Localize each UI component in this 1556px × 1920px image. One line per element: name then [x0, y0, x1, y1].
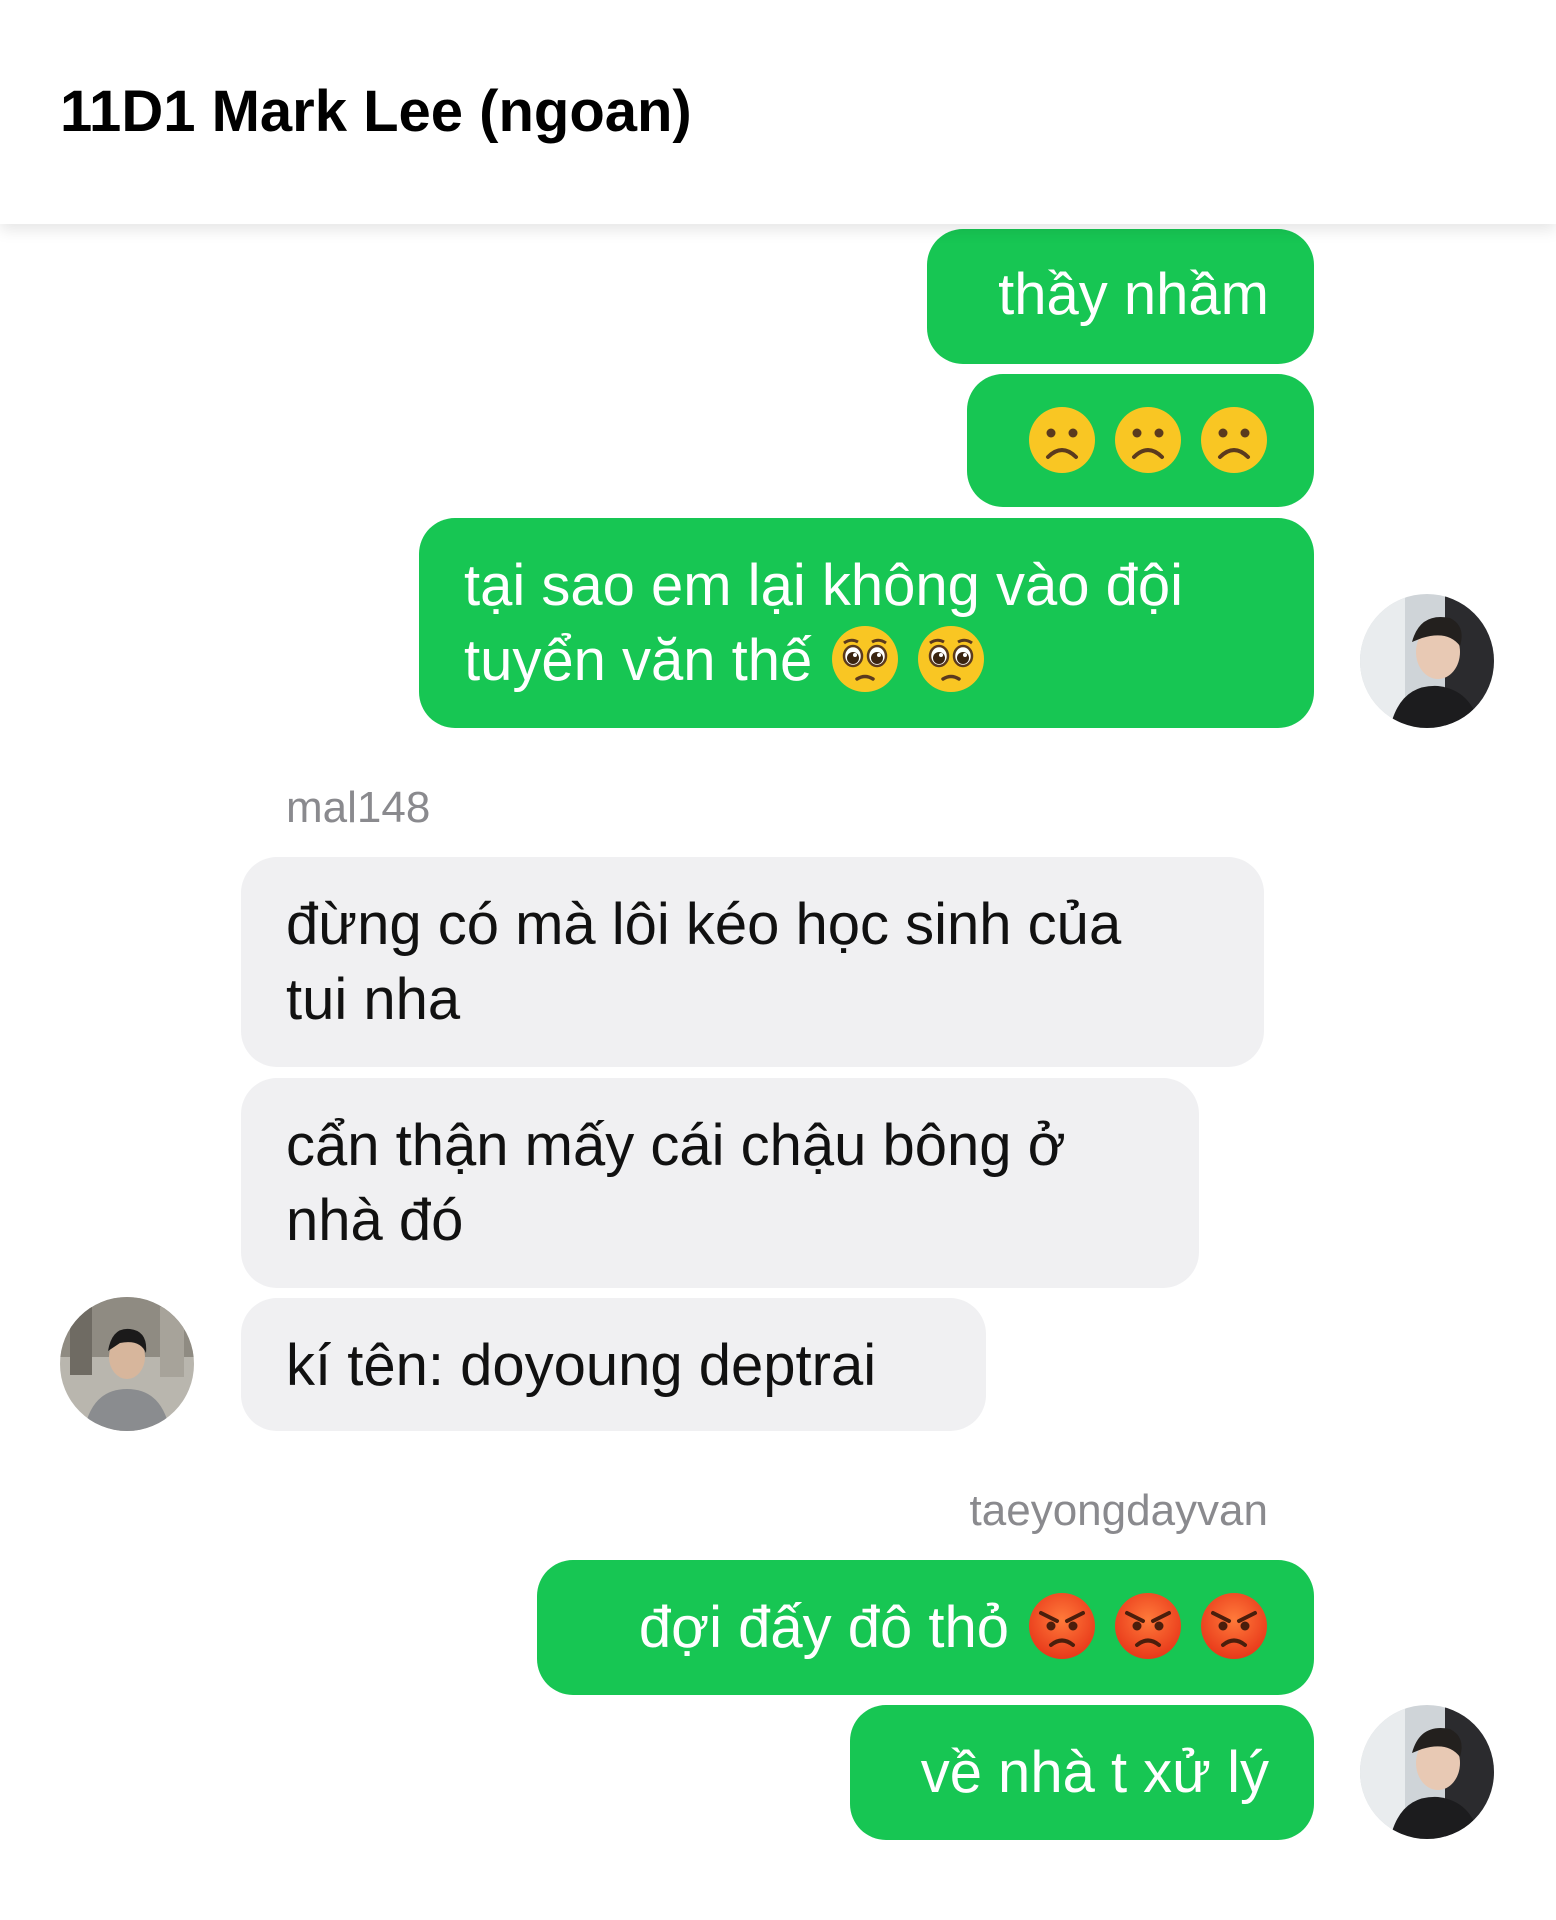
- message-text-line: tui nha: [286, 967, 461, 1032]
- message-bubble-outgoing-emoji[interactable]: [967, 374, 1314, 507]
- chat-title[interactable]: 11D1 Mark Lee (ngoan): [60, 78, 692, 145]
- pleading-face-emoji: [830, 624, 900, 694]
- message-bubble-outgoing[interactable]: tại sao em lại không vào đội tuyển văn t…: [419, 518, 1314, 728]
- message-text: đợi đấy đô thỏ: [638, 1595, 1009, 1660]
- sender-name: taeyongdayvan: [969, 1486, 1268, 1535]
- message-text: kí tên: doyoung deptrai: [286, 1333, 877, 1398]
- sender-name: mal148: [286, 783, 431, 832]
- message-text-line: nhà đó: [286, 1188, 464, 1253]
- message-bubble-incoming[interactable]: cẩn thận mấy cái chậu bông ở nhà đó: [241, 1078, 1199, 1288]
- message-text-line: đừng có mà lôi kéo học sinh của: [286, 892, 1122, 957]
- message-bubble-outgoing[interactable]: đợi đấy đô thỏ: [537, 1560, 1314, 1695]
- frowning-face-emoji: [1199, 405, 1269, 475]
- message-text: tuyển văn thế: [464, 628, 813, 693]
- message-text-line: cẩn thận mấy cái chậu bông ở: [286, 1113, 1066, 1178]
- angry-face-emoji: [1027, 1591, 1097, 1661]
- angry-face-emoji: [1199, 1591, 1269, 1661]
- message-text: thầy nhầm: [998, 262, 1269, 327]
- message-text: về nhà t xử lý: [920, 1740, 1269, 1805]
- message-bubble-incoming[interactable]: đừng có mà lôi kéo học sinh của tui nha: [241, 857, 1264, 1067]
- pleading-face-emoji: [916, 624, 986, 694]
- message-text-line-with-emoji: đợi đấy đô thỏ: [582, 1590, 1269, 1667]
- angry-face-emoji: [1113, 1591, 1183, 1661]
- avatar-outgoing[interactable]: [1360, 1705, 1494, 1839]
- message-bubble-outgoing[interactable]: về nhà t xử lý: [850, 1705, 1314, 1840]
- message-bubble-incoming[interactable]: kí tên: doyoung deptrai: [241, 1298, 986, 1431]
- message-bubble-outgoing[interactable]: thầy nhầm: [927, 229, 1314, 364]
- frowning-face-emoji: [1113, 405, 1183, 475]
- message-text-line: tại sao em lại không vào đội: [464, 553, 1183, 618]
- avatar-incoming[interactable]: [60, 1297, 194, 1431]
- frowning-face-emoji: [1027, 405, 1097, 475]
- message-text-line-with-emoji: tuyển văn thế: [464, 623, 1269, 700]
- avatar-outgoing[interactable]: [1360, 594, 1494, 728]
- chat-header: 11D1 Mark Lee (ngoan): [0, 0, 1556, 224]
